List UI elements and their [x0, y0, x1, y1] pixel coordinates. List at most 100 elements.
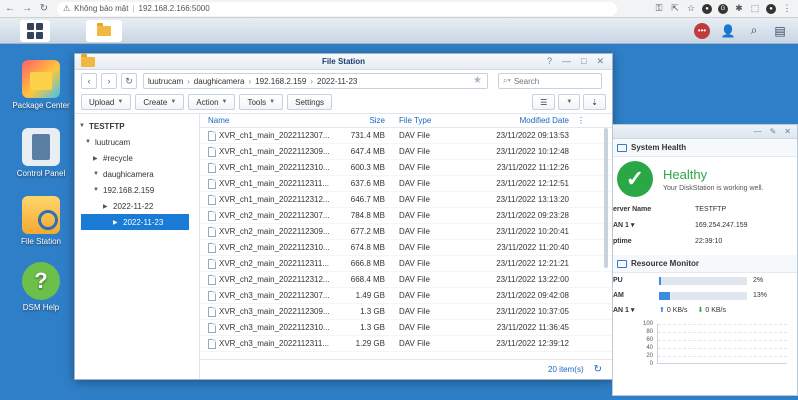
column-menu-icon[interactable]: ⋮ [577, 116, 585, 125]
search-icon[interactable]: ⌕ [746, 23, 762, 39]
expand-arrow-icon[interactable]: ▼ [93, 171, 99, 177]
collapse-arrow-icon[interactable]: ▶ [113, 219, 119, 226]
table-row[interactable]: XVR_ch3_main_2022112310... 1.3 GB DAV File… [200, 320, 612, 336]
column-type[interactable]: File Type [391, 116, 459, 125]
breadcrumb[interactable]: luutrucam › daughicamera › 192.168.2.159… [143, 73, 488, 89]
favorite-star-icon[interactable]: ★ [473, 75, 482, 86]
breadcrumb-item[interactable]: luutrucam [148, 77, 183, 86]
grid-icon-cell [27, 31, 34, 39]
collapse-arrow-icon[interactable]: ▶ [93, 155, 99, 162]
minimize-icon[interactable]: — [562, 56, 571, 67]
table-row[interactable]: XVR_ch2_main_2022112311... 666.8 MB DAV Fi… [200, 256, 612, 272]
table-row[interactable]: XVR_ch2_main_2022112310... 674.8 MB DAV Fi… [200, 240, 612, 256]
tree-node[interactable]: ▼ luutrucam [75, 134, 199, 150]
address-bar[interactable]: ⚠ Không bảo mật | 192.168.2.166:5000 [57, 1, 617, 16]
refresh-icon[interactable]: ↻ [594, 364, 602, 375]
menu-kebab-icon[interactable]: ⋮ [782, 3, 792, 14]
network-chart-area [657, 324, 787, 364]
extension-puzzle-icon[interactable]: ✱ [734, 3, 744, 14]
forward-arrow-icon[interactable]: → [20, 2, 34, 16]
file-icon [208, 242, 216, 253]
expand-arrow-icon[interactable]: ▼ [93, 187, 99, 193]
maximize-icon[interactable]: □ [581, 56, 586, 67]
lan-dropdown[interactable]: AN 1 ▾ [613, 221, 695, 229]
column-date[interactable]: Modified Date [459, 116, 577, 125]
table-row[interactable]: XVR_ch1_main_2022112307... 731.4 MB DAV Fi… [200, 128, 612, 144]
search-input[interactable] [513, 76, 584, 86]
bookmark-star-icon[interactable]: ☆ [686, 3, 696, 14]
table-row[interactable]: XVR_ch2_main_2022112309... 677.2 MB DAV Fi… [200, 224, 612, 240]
sort-button[interactable]: ⇣ [583, 94, 606, 110]
ram-bar [659, 291, 747, 300]
health-status: Healthy [663, 166, 708, 182]
tree-node-label: 2022-11-22 [113, 201, 154, 211]
cpu-label: PU [613, 277, 623, 284]
breadcrumb-item[interactable]: daughicamera [194, 77, 245, 86]
desktop-icon-package-center[interactable]: Package Center [6, 60, 76, 110]
widgets-icon[interactable]: ▤ [772, 23, 788, 39]
desktop-icon-dsm-help[interactable]: ? DSM Help [6, 262, 76, 312]
tree-node[interactable]: ▶ 2022-11-22 [75, 198, 199, 214]
refresh-button[interactable]: ↻ [121, 73, 137, 89]
close-icon[interactable]: ✕ [596, 56, 604, 67]
desktop-icon-control-panel[interactable]: Control Panel [6, 128, 76, 178]
back-arrow-icon[interactable]: ← [3, 2, 17, 16]
extension-g-icon[interactable]: G [718, 3, 728, 14]
tree-node[interactable]: ▼ 192.168.2.159 [75, 182, 199, 198]
extensions-icon[interactable]: ⬚ [750, 3, 760, 14]
table-row[interactable]: XVR_ch1_main_2022112309... 647.4 MB DAV Fi… [200, 144, 612, 160]
minimize-icon[interactable]: — [754, 127, 762, 136]
create-button[interactable]: Create ▼ [135, 94, 185, 110]
cpu-percent: 2% [753, 277, 764, 284]
file-type: DAV File [399, 291, 430, 300]
breadcrumb-item[interactable]: 192.168.2.159 [255, 77, 306, 86]
tools-button[interactable]: Tools ▼ [239, 94, 284, 110]
lan-dropdown[interactable]: AN 1 ▾ [613, 306, 659, 314]
expand-arrow-icon[interactable]: ▼ [85, 139, 91, 145]
scrollbar[interactable] [604, 128, 608, 268]
tree-node[interactable]: ▼ TESTFTP [75, 118, 199, 134]
table-row[interactable]: XVR_ch1_main_2022112312... 646.7 MB DAV Fi… [200, 192, 612, 208]
table-row[interactable]: XVR_ch3_main_2022112311... 1.29 GB DAV Fil… [200, 336, 612, 352]
taskbar-file-station-button[interactable] [86, 19, 122, 42]
search-box[interactable]: ⌕▾ [498, 73, 602, 89]
pin-icon[interactable]: ✎ [770, 127, 777, 136]
desktop-icon-file-station[interactable]: File Station [6, 196, 76, 246]
tree-node[interactable]: ▶ #recycle [75, 150, 199, 166]
upload-speed: 0 KB/s [666, 306, 688, 314]
window-titlebar[interactable]: File Station ? — □ ✕ [75, 53, 612, 70]
column-name[interactable]: Name [200, 116, 335, 125]
action-button[interactable]: Action ▼ [188, 94, 236, 110]
breadcrumb-item[interactable]: 2022-11-23 [317, 77, 357, 86]
view-list-button[interactable]: ☰ [532, 94, 556, 110]
upload-button[interactable]: Upload ▼ [81, 94, 132, 110]
forward-button[interactable]: › [101, 73, 117, 89]
user-icon[interactable]: 👤 [720, 23, 736, 39]
table-row[interactable]: XVR_ch1_main_2022112311... 637.6 MB DAV Fi… [200, 176, 612, 192]
help-icon[interactable]: ? [547, 56, 552, 67]
collapse-arrow-icon[interactable]: ▶ [103, 203, 109, 210]
close-icon[interactable]: ✕ [784, 127, 791, 136]
table-row[interactable]: XVR_ch2_main_2022112307... 784.8 MB DAV Fi… [200, 208, 612, 224]
column-size[interactable]: Size [335, 116, 391, 125]
key-icon[interactable]: ⚿ [654, 3, 664, 14]
share-icon[interactable]: ⇱ [670, 3, 680, 14]
reload-icon[interactable]: ↻ [37, 2, 51, 16]
table-row[interactable]: XVR_ch3_main_2022112307... 1.49 GB DAV Fil… [200, 288, 612, 304]
tree-node[interactable]: ▼ daughicamera [75, 166, 199, 182]
file-name: XVR_ch3_main_2022112309... [219, 307, 330, 316]
expand-arrow-icon[interactable]: ▼ [79, 123, 85, 129]
tree-node[interactable]: ▶ 2022-11-23 [81, 214, 189, 230]
table-row[interactable]: XVR_ch1_main_2022112310... 600.3 MB DAV Fi… [200, 160, 612, 176]
profile-icon[interactable]: ● [766, 3, 776, 14]
settings-button[interactable]: Settings [287, 94, 333, 110]
view-options-button[interactable]: ▼ [558, 94, 581, 110]
refresh-icon: ↻ [125, 75, 133, 86]
extension-circle-icon[interactable]: ● [702, 3, 712, 14]
table-row[interactable]: XVR_ch2_main_2022112312... 668.4 MB DAV Fi… [200, 272, 612, 288]
main-menu-button[interactable] [20, 19, 50, 42]
file-icon [208, 338, 216, 349]
table-row[interactable]: XVR_ch3_main_2022112309... 1.3 GB DAV File… [200, 304, 612, 320]
back-button[interactable]: ‹ [81, 73, 97, 89]
notification-icon[interactable]: ••• [694, 22, 710, 39]
